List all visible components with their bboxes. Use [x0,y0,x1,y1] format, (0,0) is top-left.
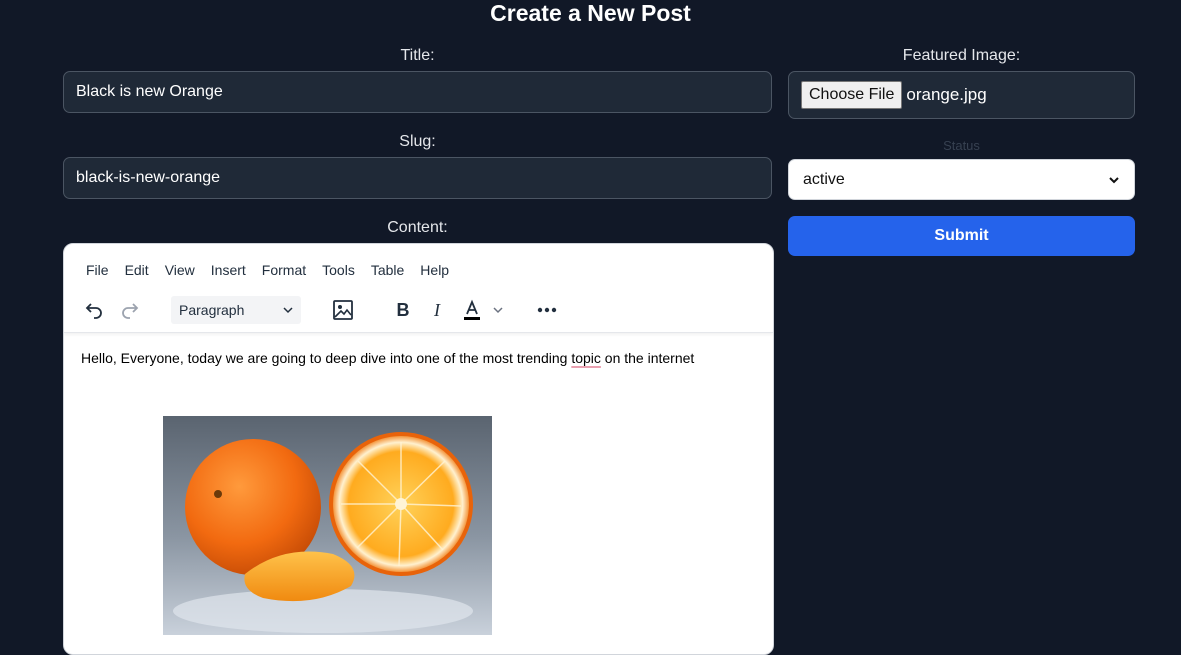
content-text-start: Hello, Everyone, today we are going to d… [81,350,572,366]
bold-icon: B [396,299,410,320]
menu-tools[interactable]: Tools [322,262,355,278]
text-color-button[interactable] [458,296,486,324]
undo-icon [85,303,102,319]
menu-edit[interactable]: Edit [125,262,149,278]
menu-table[interactable]: Table [371,262,404,278]
page-title: Create a New Post [490,0,691,26]
menu-view[interactable]: View [165,262,195,278]
redo-icon [122,303,139,319]
editor-content-paragraph[interactable]: Hello, Everyone, today we are going to d… [81,350,694,367]
chevron-down-icon [283,307,293,314]
menu-file[interactable]: File [86,262,109,278]
rich-text-editor: File Edit View Insert Format Tools Table… [63,243,774,655]
submit-button[interactable]: Submit [788,216,1135,256]
featured-image-label: Featured Image: [902,47,1021,64]
editor-toolbar: Paragraph B I [64,288,773,333]
menu-insert[interactable]: Insert [211,262,246,278]
content-label: Content: [387,219,448,236]
slug-label: Slug: [399,133,436,150]
content-text-end: on the internet [600,350,695,366]
italic-button[interactable]: I [423,296,451,324]
oranges-image [163,416,492,635]
chevron-down-icon [493,307,503,314]
more-icon [537,307,557,313]
menu-help[interactable]: Help [420,262,449,278]
content-image[interactable] [163,416,492,635]
menu-format[interactable]: Format [262,262,306,278]
featured-image-input: Choose File orange.jpg [788,71,1135,119]
title-label: Title: [400,47,435,64]
image-icon [333,300,353,320]
status-selected-value: active [803,170,845,188]
misspelled-word: topic [571,350,601,366]
bold-button[interactable]: B [389,296,417,324]
more-button[interactable] [533,296,561,324]
status-label: Status [943,138,980,153]
insert-image-button[interactable] [329,296,357,324]
file-name: orange.jpg [906,85,987,104]
slug-input[interactable] [63,157,772,199]
block-format-value: Paragraph [179,302,245,318]
status-select[interactable]: active [788,159,1135,200]
choose-file-button[interactable]: Choose File [801,81,903,109]
title-input[interactable] [63,71,772,113]
chevron-down-icon [1109,176,1119,183]
redo-button[interactable] [116,296,144,324]
italic-icon: I [434,299,440,320]
text-color-dropdown[interactable] [484,296,512,324]
undo-button[interactable] [80,296,108,324]
block-format-select[interactable]: Paragraph [171,296,301,324]
text-color-icon [464,299,480,320]
editor-menubar: File Edit View Insert Format Tools Table… [86,262,465,278]
